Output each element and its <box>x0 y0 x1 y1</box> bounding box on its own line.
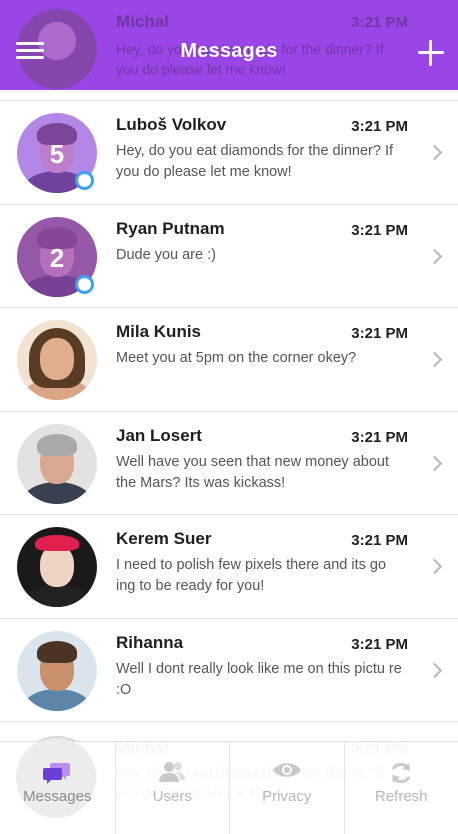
page-title: Messages <box>180 40 278 62</box>
online-status-icon <box>75 274 94 294</box>
conversation-row[interactable]: 2 Ryan Putnam 3:21 PM Dude you are :) <box>0 204 458 308</box>
conversation-row[interactable]: 5 Luboš Volkov 3:21 PM Hey, do you eat d… <box>0 101 458 205</box>
message-preview: Well I dont really look like me on this … <box>116 660 402 698</box>
unread-count-badge: 2 <box>49 242 65 273</box>
plus-icon[interactable] <box>418 40 444 66</box>
message-time: 3:21 PM <box>351 221 408 239</box>
ghost-time: 3:21 PM <box>351 14 408 31</box>
contact-name: Ryan Putnam <box>116 218 225 238</box>
message-preview: Hey, do you eat diamonds for the dinner?… <box>116 143 394 180</box>
message-time: 3:21 PM <box>351 118 408 135</box>
message-time: 3:21 PM <box>351 325 408 342</box>
conversation-list: 5 Luboš Volkov 3:21 PM Hey, do you eat d… <box>0 100 458 722</box>
message-preview: Dude you are :) <box>116 246 216 263</box>
eye-icon <box>272 763 301 777</box>
contact-name: Mila Kunis <box>116 322 202 341</box>
users-icon <box>159 762 186 782</box>
contact-name: Rihanna <box>116 632 184 652</box>
chevron-right-icon <box>426 558 443 575</box>
conversation-row[interactable]: Jan Losert 3:21 PM Well have you seen th… <box>0 411 458 515</box>
tab-label: Messages <box>23 788 92 805</box>
chevron-right-icon <box>426 662 443 678</box>
app-header: Michal 3:21 PM Hey, do you eat diamonds … <box>0 0 458 90</box>
tab-privacy[interactable]: Privacy <box>229 742 344 834</box>
avatar <box>17 527 97 607</box>
conversation-row[interactable]: Kerem Suer 3:21 PM I need to polish few … <box>0 515 458 619</box>
chevron-right-icon <box>426 248 443 264</box>
contact-name: Kerem Suer <box>116 529 212 548</box>
message-time: 3:21 PM <box>351 635 408 653</box>
tab-label: Users <box>152 788 192 805</box>
refresh-icon <box>391 762 411 784</box>
chevron-right-icon <box>426 455 443 471</box>
online-status-icon <box>75 171 94 190</box>
message-preview: Meet you at 5pm on the corner okey? <box>116 350 357 366</box>
tab-label: Privacy <box>262 788 312 805</box>
tab-label: Refresh <box>374 788 428 805</box>
message-preview: Well have you seen that new money about … <box>116 453 389 491</box>
avatar <box>17 423 97 504</box>
tab-refresh[interactable]: Refresh <box>343 742 458 834</box>
message-preview: I need to polish few pixels there and it… <box>116 557 387 594</box>
tab-messages[interactable]: Messages <box>0 738 115 834</box>
message-time: 3:21 PM <box>351 428 408 446</box>
bottom-tab-bar: Messages Users Privacy Refresh <box>0 738 458 834</box>
chat-bubbles-icon <box>43 763 71 784</box>
chevron-right-icon <box>426 351 443 368</box>
avatar <box>17 630 97 711</box>
avatar <box>17 320 97 400</box>
tab-users[interactable]: Users <box>114 742 230 834</box>
chevron-right-icon <box>426 144 443 161</box>
contact-name: Jan Losert <box>116 425 202 445</box>
unread-count-badge: 5 <box>49 139 65 169</box>
contact-name: Luboš Volkov <box>116 115 227 134</box>
ghost-name: Michal <box>116 12 169 31</box>
conversation-row[interactable]: Rihanna 3:21 PM Well I dont really look … <box>0 618 458 722</box>
conversation-row[interactable]: Mila Kunis 3:21 PM Meet you at 5pm on th… <box>0 308 458 412</box>
message-time: 3:21 PM <box>351 532 408 549</box>
